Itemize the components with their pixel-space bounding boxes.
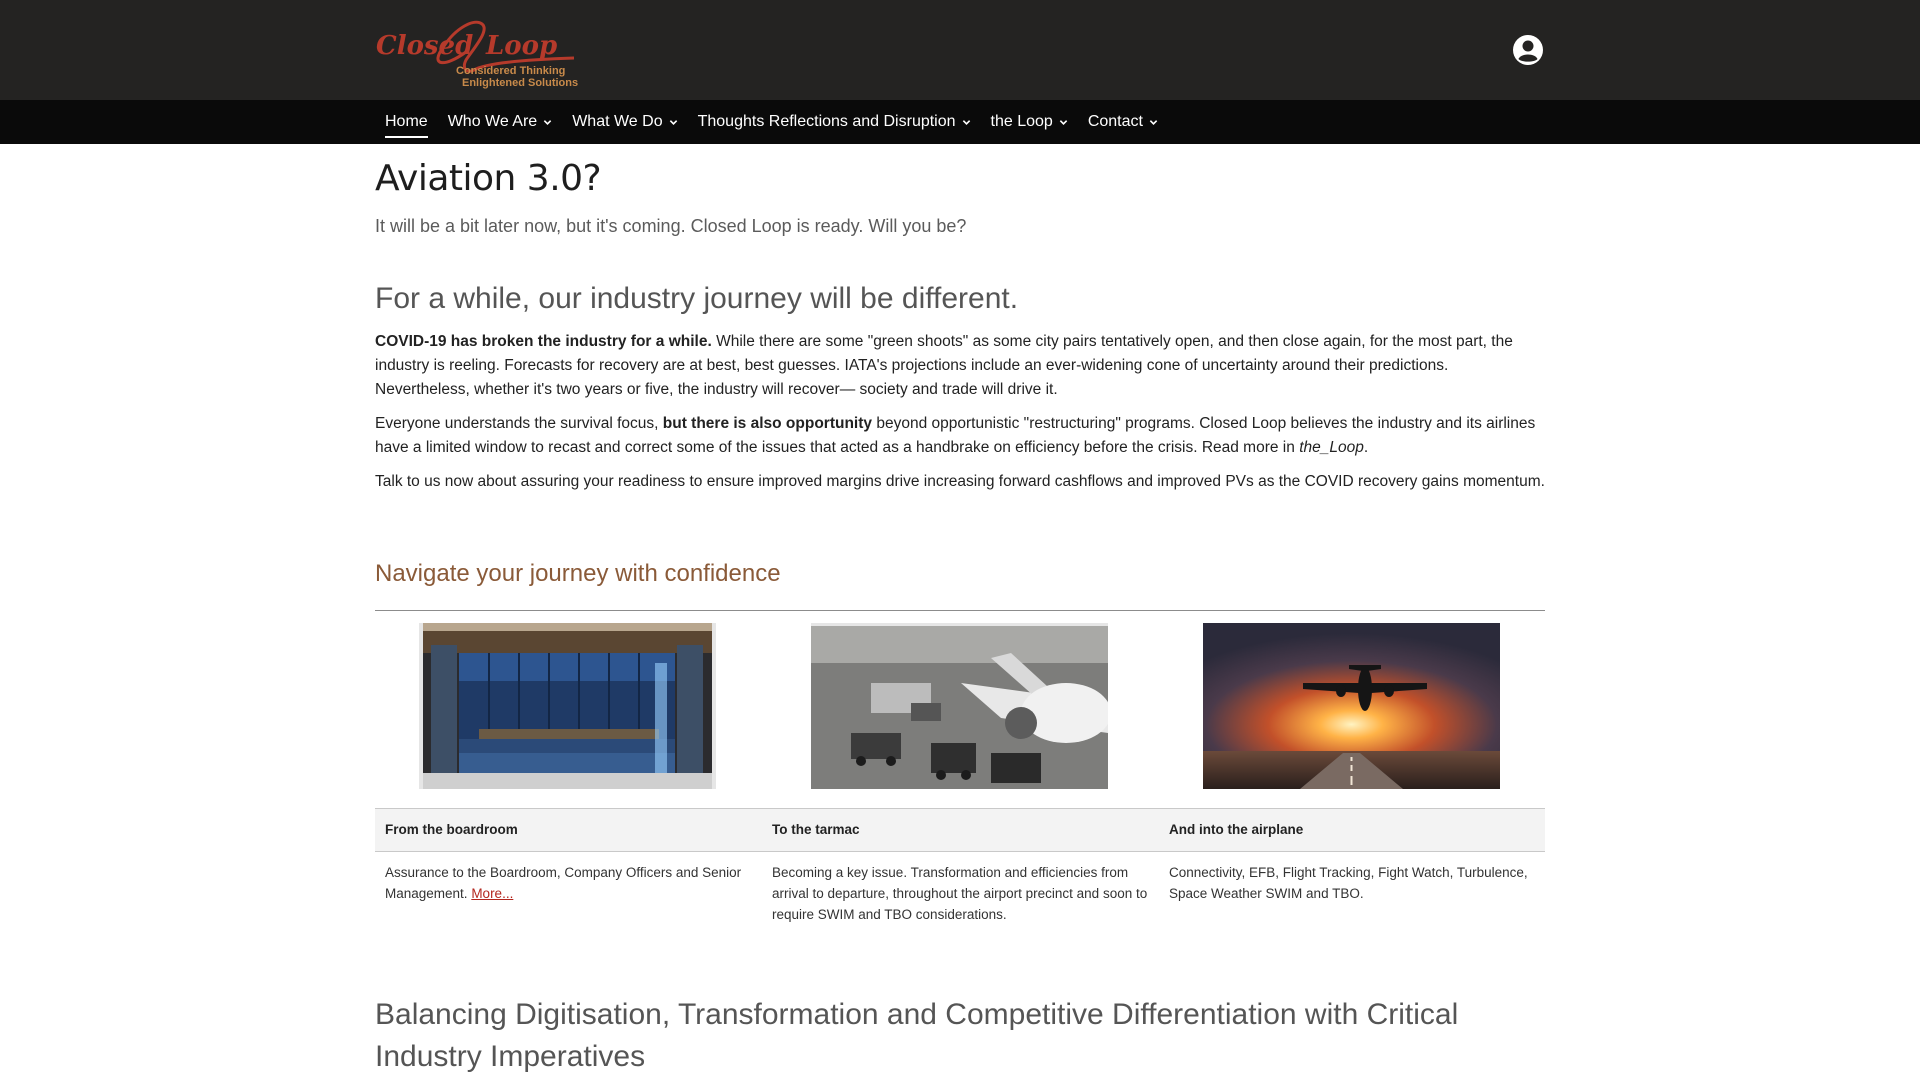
desc-boardroom: Assurance to the Boardroom, Company Offi… [385, 862, 765, 904]
nav-who-we-are[interactable]: Who We Are [438, 100, 563, 144]
nav-thoughts[interactable]: Thoughts Reflections and Disruption [688, 100, 981, 144]
divider [375, 610, 1545, 611]
nav-home-label: Home [385, 113, 428, 130]
caption-airplane: And into the airplane [1169, 822, 1304, 837]
page-title: Aviation 3.0? [375, 158, 602, 199]
nav-the-loop-label: the Loop [990, 113, 1053, 130]
airplane-image [1203, 623, 1500, 789]
intro-paragraph-2: Everyone understands the survival focus,… [375, 412, 1545, 460]
chevron-down-icon [543, 119, 552, 125]
p2-bold: but there is also opportunity [662, 415, 873, 432]
nav-what-we-do-label: What We Do [572, 113, 663, 130]
caption-tarmac: To the tarmac [772, 822, 860, 837]
caption-row: From the boardroom To the tarmac And int… [375, 808, 1545, 852]
p2-end: . [1363, 439, 1369, 456]
logo-text-loop: Loop [485, 31, 557, 61]
nav-home[interactable]: Home [375, 100, 438, 144]
main-navigation: Home Who We Are What We Do Thoughts Refl… [0, 100, 1920, 144]
closed-loop-logo[interactable]: Closed Loop Considered Thinking Enlighte… [374, 8, 584, 90]
navigate-heading: Navigate your journey with confidence [375, 560, 781, 587]
caption-boardroom: From the boardroom [385, 822, 518, 837]
logo-text-closed: Closed [376, 31, 473, 61]
section-heading: For a while, our industry journey will b… [375, 282, 1019, 315]
intro-paragraph-3: Talk to us now about assuring your readi… [375, 473, 1545, 490]
nav-contact-label: Contact [1087, 113, 1143, 130]
nav-the-loop[interactable]: the Loop [981, 100, 1078, 144]
chevron-down-icon [1149, 119, 1158, 125]
more-link[interactable]: More... [471, 886, 513, 901]
chevron-down-icon [962, 119, 970, 125]
logo-tagline-1: Considered Thinking [456, 65, 565, 77]
logo-graphic: Closed Loop Considered Thinking Enlighte… [376, 20, 578, 89]
chevron-down-icon [1059, 119, 1068, 125]
p2-italic: the_Loop [1299, 439, 1364, 456]
nav-contact[interactable]: Contact [1078, 100, 1168, 144]
desc-boardroom-text: Assurance to the Boardroom, Company Offi… [385, 865, 742, 901]
desc-airplane: Connectivity, EFB, Flight Tracking, Figh… [1169, 865, 1528, 901]
p2-start: Everyone understands the survival focus, [375, 415, 663, 432]
nav-what-we-do[interactable]: What We Do [562, 100, 687, 144]
bottom-heading: Balancing Digitisation, Transformation a… [375, 998, 1459, 1073]
user-circle-icon[interactable] [1512, 34, 1544, 66]
nav-who-we-are-label: Who We Are [447, 113, 538, 130]
nav-thoughts-label: Thoughts Reflections and Disruption [697, 113, 956, 130]
tarmac-image [811, 623, 1108, 789]
site-header: Closed Loop Considered Thinking Enlighte… [0, 0, 1920, 100]
intro-paragraph-1: COVID-19 has broken the industry for a w… [375, 330, 1545, 402]
chevron-down-icon [669, 119, 677, 125]
p1-bold: COVID-19 has broken the industry for a w… [375, 333, 712, 350]
boardroom-image [419, 623, 716, 789]
desc-tarmac: Becoming a key issue. Transformation and… [772, 865, 1148, 922]
page-subtitle: It will be a bit later now, but it's com… [375, 216, 967, 236]
logo-tagline-2: Enlightened Solutions [462, 77, 578, 89]
